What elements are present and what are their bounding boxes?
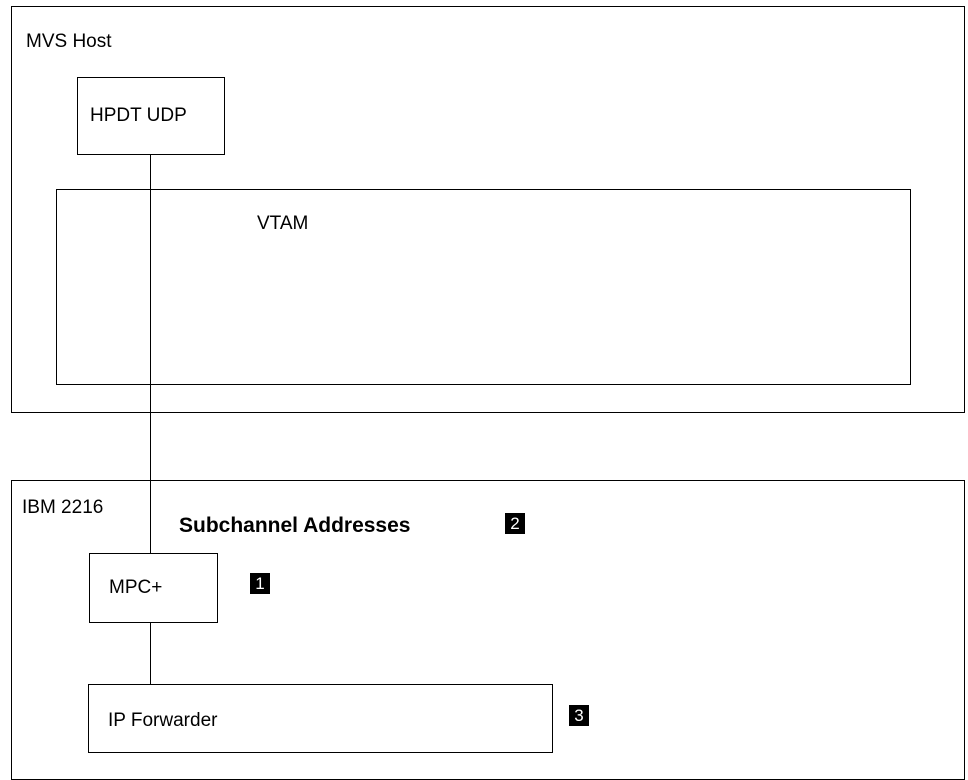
vtam-label: VTAM <box>257 213 309 234</box>
ibm-2216-title: IBM 2216 <box>22 497 104 518</box>
subchannel-marker-2: 2 <box>505 513 525 534</box>
mpc-marker-1: 1 <box>250 573 270 594</box>
mvs-host-title: MVS Host <box>26 31 112 52</box>
vtam-box <box>56 189 911 385</box>
ip-forwarder-marker-3: 3 <box>569 705 589 726</box>
mpc-plus-label: MPC+ <box>109 577 163 598</box>
subchannel-addresses-label: Subchannel Addresses <box>179 514 411 537</box>
hpdt-udp-label: HPDT UDP <box>90 105 187 126</box>
ip-forwarder-label: IP Forwarder <box>108 710 218 731</box>
mpc-to-ip-forwarder-connector <box>150 623 151 684</box>
